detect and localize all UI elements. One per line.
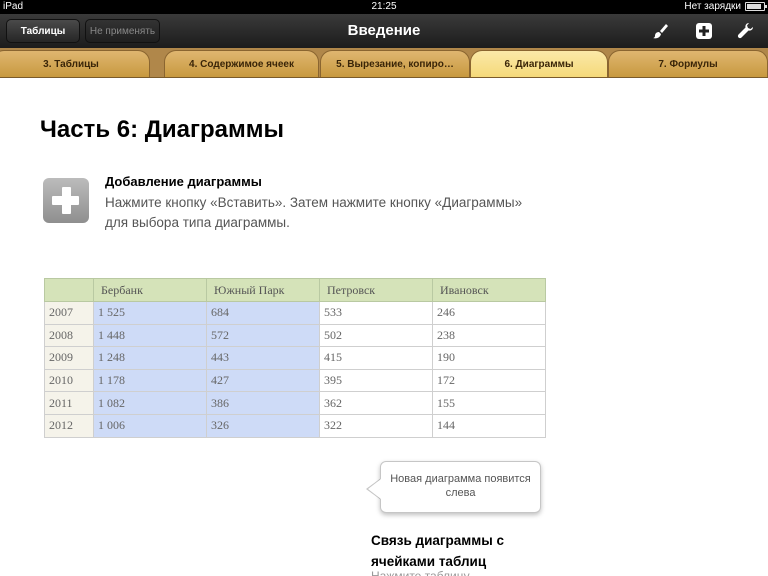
table-row: 2008 1 448 572 502 238 (44, 323, 546, 348)
table-cell[interactable]: 190 (432, 346, 546, 370)
table-cell[interactable]: 533 (319, 301, 433, 325)
table-row: 2009 1 248 443 415 190 (44, 346, 546, 370)
table-cell[interactable]: 246 (432, 301, 546, 325)
table-cell[interactable]: 1 082 (93, 391, 207, 415)
table-cell[interactable]: 322 (319, 413, 433, 438)
status-bar: iPad 21:25 Нет зарядки (0, 0, 768, 14)
table-cell[interactable]: 172 (432, 368, 546, 393)
header-cell[interactable] (44, 278, 94, 302)
tab-charts[interactable]: 6. Диаграммы (470, 50, 608, 77)
battery-status: Нет зарядки (684, 1, 767, 12)
sheet-tabs: 3. Таблицы 4. Содержимое ячеек 5. Выреза… (0, 48, 768, 78)
table-cell[interactable]: 386 (206, 391, 320, 415)
table-cell[interactable]: 238 (432, 323, 546, 348)
add-chart-icon (43, 178, 89, 223)
clock: 21:25 (371, 1, 397, 12)
year-cell[interactable]: 2008 (44, 323, 94, 348)
table-cell[interactable]: 502 (319, 323, 433, 348)
callout-bubble: Новая диаграмма появится слева (380, 461, 541, 513)
year-cell[interactable]: 2010 (44, 368, 94, 393)
table-row: 2011 1 082 386 362 155 (44, 391, 546, 415)
year-cell[interactable]: 2009 (44, 346, 94, 370)
header-cell[interactable]: Южный Парк (206, 278, 320, 302)
table-cell[interactable]: 1 248 (93, 346, 207, 370)
table-row: 2007 1 525 684 533 246 (44, 301, 546, 325)
table-cell[interactable]: 395 (319, 368, 433, 393)
paintbrush-icon[interactable] (648, 20, 672, 42)
table-cell[interactable]: 572 (206, 323, 320, 348)
callout-arrow-fill (368, 479, 381, 499)
link-chart-text: Нажмите таблицу… (371, 570, 541, 576)
table-cell[interactable]: 1 448 (93, 323, 207, 348)
add-chart-text: Нажмите кнопку «Вставить». Затем нажмите… (105, 195, 523, 230)
table-cell[interactable]: 415 (319, 346, 433, 370)
data-table[interactable]: Бербанк Южный Парк Петровск Ивановск 200… (44, 278, 546, 438)
header-cell[interactable]: Бербанк (93, 278, 207, 302)
year-cell[interactable]: 2012 (44, 413, 94, 438)
header-cell[interactable]: Петровск (319, 278, 433, 302)
table-cell[interactable]: 1 006 (93, 413, 207, 438)
table-cell[interactable]: 1 178 (93, 368, 207, 393)
table-cell[interactable]: 362 (319, 391, 433, 415)
table-row: 2012 1 006 326 322 144 (44, 413, 546, 438)
table-cell[interactable]: 326 (206, 413, 320, 438)
table-cell[interactable]: 427 (206, 368, 320, 393)
toolbar: Таблицы Не применять Введение (0, 14, 768, 48)
table-header-row: Бербанк Южный Парк Петровск Ивановск (44, 278, 546, 302)
battery-text: Нет зарядки (684, 1, 741, 12)
table-cell[interactable]: 155 (432, 391, 546, 415)
tab-tables[interactable]: 3. Таблицы (0, 50, 150, 77)
page-title: Часть 6: Диаграммы (40, 116, 284, 143)
tab-cell-contents[interactable]: 4. Содержимое ячеек (164, 50, 319, 77)
table-row: 2010 1 178 427 395 172 (44, 368, 546, 393)
tab-formulas[interactable]: 7. Формулы (608, 50, 768, 77)
wrench-icon[interactable] (734, 20, 758, 42)
add-icon[interactable] (692, 20, 716, 42)
add-chart-title: Добавление диаграммы (105, 174, 262, 189)
header-cell[interactable]: Ивановск (432, 278, 546, 302)
year-cell[interactable]: 2011 (44, 391, 94, 415)
year-cell[interactable]: 2007 (44, 301, 94, 325)
table-cell[interactable]: 443 (206, 346, 320, 370)
table-cell[interactable]: 684 (206, 301, 320, 325)
tab-cut-copy[interactable]: 5. Вырезание, копиро… (320, 50, 470, 77)
table-cell[interactable]: 144 (432, 413, 546, 438)
battery-icon (745, 2, 767, 11)
table-cell[interactable]: 1 525 (93, 301, 207, 325)
link-chart-title: Связь диаграммы с ячейками таблиц (371, 533, 505, 569)
